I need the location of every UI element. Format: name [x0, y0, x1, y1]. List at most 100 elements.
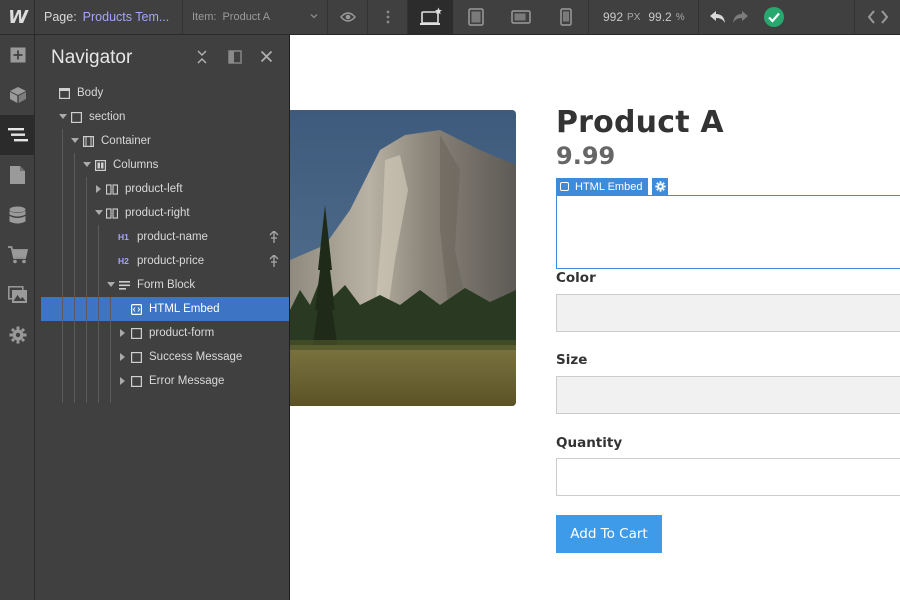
- desktop-breakpoint-button[interactable]: [408, 0, 453, 34]
- history-controls: [698, 0, 758, 34]
- assets-button[interactable]: [0, 275, 35, 315]
- symbols-button[interactable]: [0, 75, 35, 115]
- navigator-item-body[interactable]: Body: [35, 81, 289, 105]
- navigator-icon: [7, 128, 28, 142]
- pages-button[interactable]: [0, 155, 35, 195]
- navigator-item-html-embed[interactable]: HTML Embed: [41, 297, 289, 321]
- navigator-item-label: Columns: [113, 159, 159, 171]
- navigator-item-label: section: [89, 111, 126, 123]
- top-toolbar: W Page: Products Tem... Item: Product A …: [0, 0, 900, 35]
- tree-guide-line: [98, 225, 99, 403]
- code-export-button[interactable]: [854, 0, 900, 34]
- element-settings-button[interactable]: [651, 178, 668, 195]
- ecommerce-icon: [7, 246, 28, 264]
- caret-down-icon[interactable]: [93, 210, 105, 216]
- pin-icon[interactable]: [269, 230, 279, 246]
- caret-right-icon[interactable]: [117, 329, 129, 337]
- desktop-device-icon: [419, 7, 442, 25]
- settings-button[interactable]: [0, 315, 35, 355]
- quantity-input[interactable]: [556, 458, 900, 496]
- add-panel-icon: [10, 47, 25, 63]
- tablet-breakpoint-button[interactable]: [453, 0, 498, 34]
- caret-right-icon[interactable]: [117, 377, 129, 385]
- size-select[interactable]: [556, 376, 900, 414]
- navigator-item-label: product-form: [149, 327, 215, 339]
- cms-item-selector[interactable]: Item: Product A: [183, 0, 328, 34]
- color-label: Color: [556, 270, 596, 286]
- body-icon: [58, 87, 70, 99]
- close-icon[interactable]: [260, 50, 273, 63]
- navigator-item-label: Body: [77, 87, 104, 99]
- add-to-cart-button[interactable]: Add To Cart: [556, 515, 662, 553]
- caret-down-icon[interactable]: [81, 162, 93, 168]
- navigator-item-label: HTML Embed: [149, 303, 220, 315]
- caret-down-icon[interactable]: [57, 114, 69, 120]
- mobile-landscape-icon: [510, 10, 531, 24]
- cms-button[interactable]: [0, 195, 35, 235]
- collapse-all-icon[interactable]: [196, 50, 208, 64]
- undo-icon[interactable]: [709, 10, 727, 24]
- cms-item-label: Item:: [192, 11, 217, 23]
- mobile-portrait-breakpoint-button[interactable]: [543, 0, 588, 34]
- navigator-item-label: Container: [101, 135, 151, 147]
- pin-icon[interactable]: [269, 254, 279, 270]
- dock-panel-icon[interactable]: [228, 50, 242, 64]
- navigator-item-label: product-right: [125, 207, 190, 219]
- tree-guide-line: [62, 129, 63, 403]
- ecommerce-button[interactable]: [0, 235, 35, 275]
- more-options-button[interactable]: [368, 0, 408, 34]
- container-icon: [82, 135, 94, 147]
- navigator-item-label: product-price: [137, 255, 205, 267]
- navigator-item-label: Error Message: [149, 375, 225, 387]
- h2-heading-icon: H2: [118, 256, 129, 266]
- caret-down-icon[interactable]: [69, 138, 81, 144]
- mountain-landscape-image: [290, 110, 516, 406]
- symbols-icon: [9, 87, 26, 103]
- settings-icon: [9, 326, 26, 344]
- selected-element-badge[interactable]: HTML Embed: [556, 178, 649, 195]
- publish-status-check-icon: [764, 7, 784, 27]
- pages-icon: [10, 166, 25, 184]
- canvas-dimensions: 992 PX 99.2 %: [588, 0, 698, 34]
- code-export-icon: [867, 10, 888, 24]
- canvas-zoom-value: 99.2: [648, 10, 672, 24]
- mobile-portrait-icon: [559, 8, 572, 26]
- caret-right-icon[interactable]: [117, 353, 129, 361]
- caret-right-icon[interactable]: [93, 185, 105, 193]
- more-vertical-icon: [386, 10, 389, 24]
- navigator-item-label: product-left: [125, 183, 183, 195]
- color-select[interactable]: [556, 294, 900, 332]
- navigator-item-section[interactable]: section: [35, 105, 289, 129]
- navigator-header: Navigator: [35, 35, 289, 81]
- navigator-item-container[interactable]: Container: [35, 129, 289, 153]
- publish-status[interactable]: [758, 0, 790, 34]
- mobile-landscape-breakpoint-button[interactable]: [498, 0, 543, 34]
- div-block-icon: [130, 327, 142, 339]
- preview-button[interactable]: [328, 0, 368, 34]
- form-block-icon: [118, 279, 130, 291]
- page-selector[interactable]: Page: Products Tem...: [35, 0, 183, 34]
- product-image[interactable]: [290, 110, 516, 406]
- div-block-icon: [130, 375, 142, 387]
- navigator-item-label: Success Message: [149, 351, 243, 363]
- embed-icon: [130, 303, 142, 315]
- gear-icon: [654, 181, 666, 192]
- webflow-logo[interactable]: W: [0, 0, 35, 34]
- cms-icon: [9, 206, 26, 223]
- html-embed-element[interactable]: [556, 195, 900, 269]
- navigator-item-label: Form Block: [137, 279, 196, 291]
- h1-heading-icon: H1: [118, 232, 129, 242]
- size-label: Size: [556, 352, 588, 368]
- quantity-label: Quantity: [556, 435, 623, 451]
- navigator-button[interactable]: [0, 115, 35, 155]
- div-block-icon: [130, 351, 142, 363]
- caret-down-icon[interactable]: [105, 282, 117, 288]
- redo-icon[interactable]: [731, 10, 749, 24]
- product-name-heading[interactable]: Product A: [556, 105, 724, 140]
- page-selector-value: Products Tem...: [82, 10, 170, 24]
- product-price-heading[interactable]: 9.99: [556, 142, 615, 170]
- left-toolbar: [0, 35, 35, 600]
- add-panel-button[interactable]: [0, 35, 35, 75]
- page-selector-label: Page:: [44, 10, 77, 24]
- designer-canvas[interactable]: Product A 9.99 HTML Embed Color Size Qua…: [290, 35, 900, 600]
